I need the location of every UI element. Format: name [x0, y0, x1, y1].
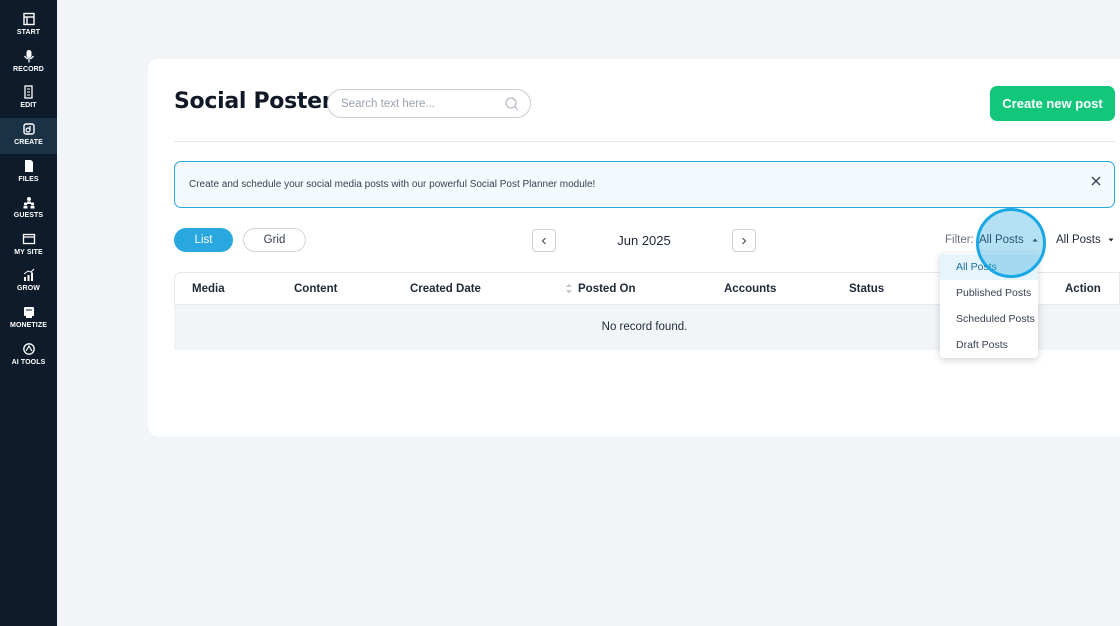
sidebar-item-label: START: [16, 29, 41, 36]
page-title: Social Poster: [174, 89, 333, 114]
search-input[interactable]: [341, 96, 501, 112]
column-header-content: Content: [294, 283, 338, 295]
caret-up-icon[interactable]: [1031, 236, 1039, 244]
sidebar-item-files[interactable]: FILES: [0, 157, 57, 191]
guests-icon: [23, 197, 34, 209]
next-month-button[interactable]: [732, 229, 756, 252]
sidebar-item-label: CREATE: [14, 139, 43, 146]
ai-tools-icon: [22, 343, 35, 355]
filter-dropdown: All Posts Published Posts Scheduled Post…: [940, 253, 1038, 358]
caret-down-icon[interactable]: [1107, 236, 1115, 244]
search-box: [327, 89, 531, 118]
sidebar-item-my-site[interactable]: MY SITE: [0, 230, 57, 264]
info-banner: Create and schedule your social media po…: [174, 161, 1115, 208]
sidebar-item-start[interactable]: START: [0, 10, 57, 44]
sidebar-item-record[interactable]: RECORD: [0, 47, 57, 81]
header-divider: [174, 141, 1115, 142]
filter-option-all-posts[interactable]: All Posts: [940, 254, 1038, 280]
sidebar-item-label: MY SITE: [14, 249, 43, 256]
column-header-action: Action: [1065, 283, 1101, 295]
sidebar-item-monetize[interactable]: MONETIZE: [0, 303, 57, 337]
sidebar-item-label: GUESTS: [13, 212, 44, 219]
site-icon: [22, 233, 35, 245]
chevron-right-icon: [742, 237, 747, 244]
column-header-status: Status: [849, 283, 885, 295]
sidebar-item-edit[interactable]: EDIT: [0, 83, 57, 117]
filter-option-published-posts[interactable]: Published Posts: [940, 280, 1038, 306]
sidebar-item-ai-tools[interactable]: AI TOOLS: [0, 340, 57, 374]
create-new-post-button[interactable]: Create new post: [990, 86, 1115, 121]
sidebar-item-label: MONETIZE: [10, 322, 47, 329]
list-view-button[interactable]: List: [174, 228, 233, 252]
sidebar-item-create[interactable]: CREATE: [0, 118, 57, 154]
close-icon[interactable]: [1088, 173, 1104, 189]
sidebar-item-label: FILES: [18, 176, 39, 183]
column-header-posted-on[interactable]: Posted On: [578, 283, 636, 295]
sidebar-item-label: GROW: [17, 285, 40, 292]
filter-option-draft-posts[interactable]: Draft Posts: [940, 332, 1038, 358]
sidebar-item-label: RECORD: [13, 66, 44, 73]
filter-option-scheduled-posts[interactable]: Scheduled Posts: [940, 306, 1038, 332]
start-icon: [22, 12, 35, 26]
monetize-icon: [23, 307, 34, 318]
sidebar: START RECORD EDIT CREATE FILES GUESTS MY…: [0, 0, 57, 626]
post-type-select[interactable]: All Posts: [1056, 234, 1101, 246]
sidebar-item-label: AI TOOLS: [11, 359, 46, 366]
filter-select[interactable]: All Posts: [979, 234, 1024, 246]
grow-icon: [23, 268, 34, 281]
sort-icon[interactable]: [565, 282, 573, 295]
filter-label: Filter:: [945, 234, 974, 246]
sidebar-item-label: EDIT: [20, 102, 37, 109]
create-icon: [22, 123, 35, 135]
chevron-left-icon: [541, 237, 546, 244]
banner-text: Create and schedule your social media po…: [189, 179, 596, 190]
month-label: Jun 2025: [617, 233, 671, 248]
microphone-icon: [23, 50, 34, 63]
previous-month-button[interactable]: [532, 229, 556, 252]
column-header-created-date[interactable]: Created Date: [410, 283, 481, 295]
column-header-accounts: Accounts: [724, 283, 777, 295]
column-header-media: Media: [192, 283, 225, 295]
grid-view-button[interactable]: Grid: [243, 228, 306, 252]
search-icon[interactable]: [504, 96, 520, 112]
sidebar-item-grow[interactable]: GROW: [0, 266, 57, 300]
edit-icon: [23, 85, 33, 99]
sidebar-item-guests[interactable]: GUESTS: [0, 193, 57, 227]
files-icon: [24, 160, 33, 172]
